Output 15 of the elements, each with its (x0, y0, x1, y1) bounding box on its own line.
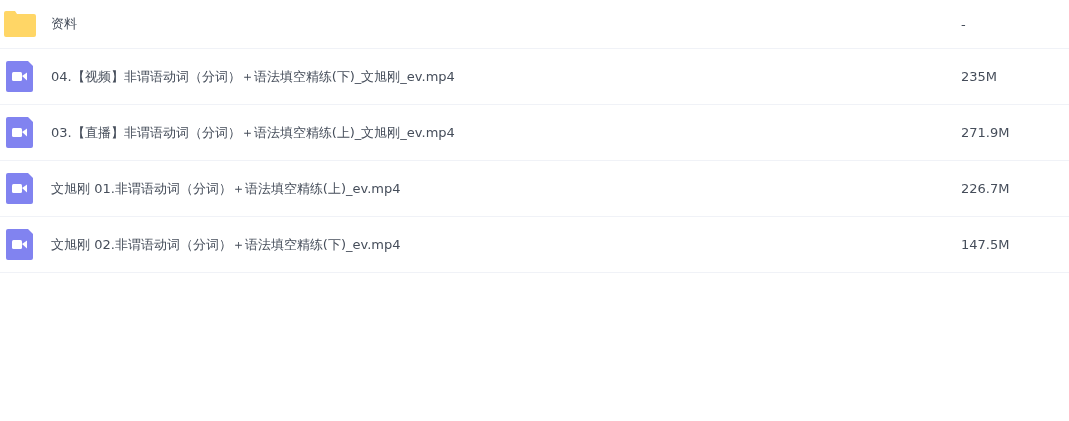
folder-icon (3, 11, 36, 37)
file-name[interactable]: 04.【视频】非谓语动词（分词）＋语法填空精练(下)_文旭刚_ev.mp4 (51, 67, 961, 86)
file-name[interactable]: 03.【直播】非谓语动词（分词）＋语法填空精练(上)_文旭刚_ev.mp4 (51, 123, 961, 142)
file-name[interactable]: 资料 (51, 15, 961, 33)
file-name[interactable]: 文旭刚 01.非谓语动词（分词）＋语法填空精练(上)_ev.mp4 (51, 179, 961, 198)
file-size: - (961, 16, 967, 32)
file-name[interactable]: 文旭刚 02.非谓语动词（分词）＋语法填空精练(下)_ev.mp4 (51, 235, 961, 254)
video-file-icon (6, 173, 33, 204)
video-file-icon (6, 229, 33, 260)
video-file-icon (6, 117, 33, 148)
file-size: 147.5M (961, 237, 1011, 252)
file-size: 271.9M (961, 125, 1011, 140)
file-size: 235M (961, 69, 999, 84)
file-size: 226.7M (961, 181, 1011, 196)
video-file-icon (6, 61, 33, 92)
